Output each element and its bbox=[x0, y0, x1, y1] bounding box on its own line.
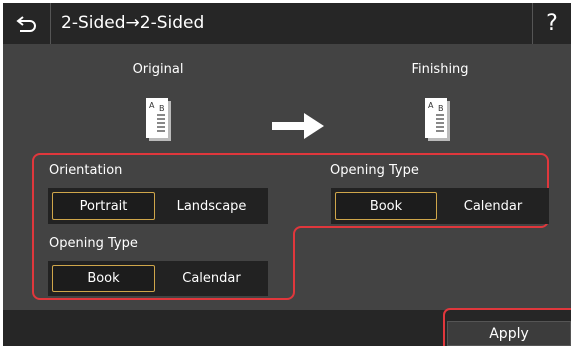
apply-highlight-outline bbox=[443, 308, 571, 346]
copy-settings-screen: 2-Sided→2-Sided ? Original Finishing A B… bbox=[3, 3, 571, 346]
